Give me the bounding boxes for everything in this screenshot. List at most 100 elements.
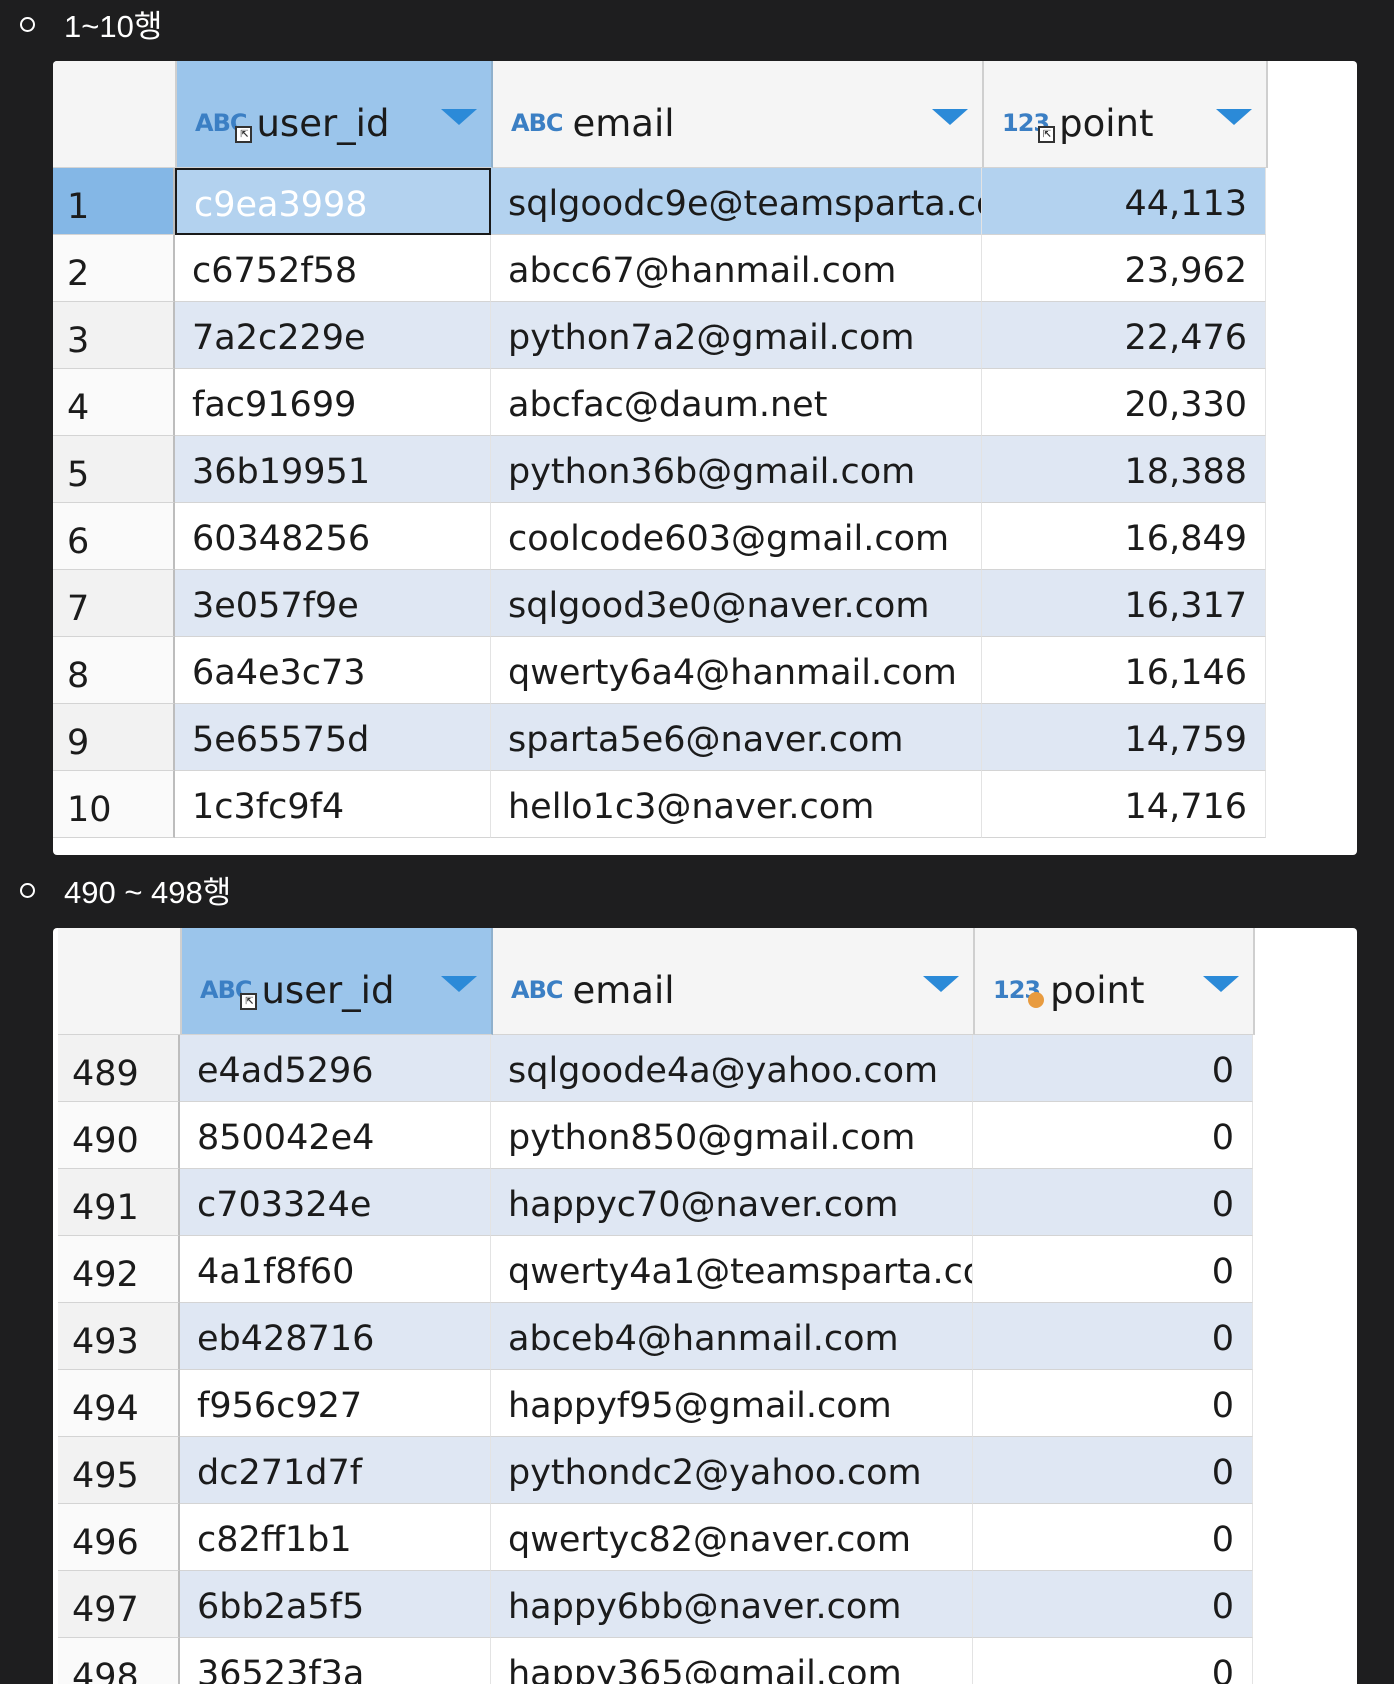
table-row[interactable]: 497 6bb2a5f5 happy6bb@naver.com 0 bbox=[58, 1571, 1345, 1638]
cell-point[interactable]: 18,388 bbox=[982, 436, 1266, 503]
table-row[interactable]: 495 dc271d7f pythondc2@yahoo.com 0 bbox=[58, 1437, 1345, 1504]
table-row[interactable]: 498 36523f3a happy365@gmail.com 0 bbox=[58, 1638, 1345, 1684]
row-number[interactable]: 491 bbox=[58, 1169, 180, 1236]
row-number[interactable]: 10 bbox=[53, 771, 175, 838]
row-number[interactable]: 2 bbox=[53, 235, 175, 302]
table-row[interactable]: 491 c703324e happyc70@naver.com 0 bbox=[58, 1169, 1345, 1236]
cell-user-id[interactable]: 4a1f8f60 bbox=[180, 1236, 491, 1303]
cell-user-id[interactable]: 1c3fc9f4 bbox=[175, 771, 491, 838]
cell-user-id[interactable]: 36523f3a bbox=[180, 1638, 491, 1684]
cell-user-id[interactable]: 3e057f9e bbox=[175, 570, 491, 637]
row-number[interactable]: 490 bbox=[58, 1102, 180, 1169]
sort-arrow-icon[interactable] bbox=[441, 109, 477, 125]
cell-point[interactable]: 22,476 bbox=[982, 302, 1266, 369]
row-number[interactable]: 495 bbox=[58, 1437, 180, 1504]
row-number[interactable]: 489 bbox=[58, 1035, 180, 1102]
cell-email[interactable]: python850@gmail.com bbox=[491, 1102, 973, 1169]
cell-user-id[interactable]: 5e65575d bbox=[175, 704, 491, 771]
table-row[interactable]: 5 36b19951 python36b@gmail.com 18,388 bbox=[53, 436, 1357, 503]
row-number[interactable]: 6 bbox=[53, 503, 175, 570]
cell-user-id[interactable]: 6a4e3c73 bbox=[175, 637, 491, 704]
cell-email[interactable]: happyf95@gmail.com bbox=[491, 1370, 973, 1437]
cell-point[interactable]: 14,759 bbox=[982, 704, 1266, 771]
sort-arrow-icon[interactable] bbox=[923, 976, 959, 992]
table-row[interactable]: 10 1c3fc9f4 hello1c3@naver.com 14,716 bbox=[53, 771, 1357, 838]
cell-user-id[interactable]: 7a2c229e bbox=[175, 302, 491, 369]
cell-point[interactable]: 0 bbox=[973, 1504, 1253, 1571]
cell-point[interactable]: 16,317 bbox=[982, 570, 1266, 637]
cell-email[interactable]: qwertyc82@naver.com bbox=[491, 1504, 973, 1571]
row-number[interactable]: 1 bbox=[53, 168, 175, 235]
table-row[interactable]: 496 c82ff1b1 qwertyc82@naver.com 0 bbox=[58, 1504, 1345, 1571]
column-header-email[interactable]: ABC email bbox=[493, 61, 984, 168]
table-row[interactable]: 9 5e65575d sparta5e6@naver.com 14,759 bbox=[53, 704, 1357, 771]
cell-email[interactable]: happy6bb@naver.com bbox=[491, 1571, 973, 1638]
table-row[interactable]: 3 7a2c229e python7a2@gmail.com 22,476 bbox=[53, 302, 1357, 369]
column-header-point[interactable]: 123 ⇱ point bbox=[984, 61, 1268, 168]
cell-user-id[interactable]: eb428716 bbox=[180, 1303, 491, 1370]
cell-user-id[interactable]: c9ea3998 bbox=[175, 168, 491, 235]
cell-point[interactable]: 0 bbox=[973, 1370, 1253, 1437]
table-row[interactable]: 8 6a4e3c73 qwerty6a4@hanmail.com 16,146 bbox=[53, 637, 1357, 704]
cell-point[interactable]: 0 bbox=[973, 1303, 1253, 1370]
cell-email[interactable]: sqlgoode4a@yahoo.com bbox=[491, 1035, 973, 1102]
row-number[interactable]: 493 bbox=[58, 1303, 180, 1370]
column-header-email[interactable]: ABC email bbox=[493, 928, 975, 1035]
sort-arrow-icon[interactable] bbox=[441, 976, 477, 992]
cell-email[interactable]: abceb4@hanmail.com bbox=[491, 1303, 973, 1370]
table-row[interactable]: 489 e4ad5296 sqlgoode4a@yahoo.com 0 bbox=[58, 1035, 1345, 1102]
row-number[interactable]: 8 bbox=[53, 637, 175, 704]
cell-user-id[interactable]: c6752f58 bbox=[175, 235, 491, 302]
row-number[interactable]: 7 bbox=[53, 570, 175, 637]
column-header-point[interactable]: 123 point bbox=[975, 928, 1255, 1035]
cell-point[interactable]: 23,962 bbox=[982, 235, 1266, 302]
cell-email[interactable]: qwerty4a1@teamsparta.co bbox=[491, 1236, 973, 1303]
cell-email[interactable]: sqlgood3e0@naver.com bbox=[491, 570, 982, 637]
cell-email[interactable]: sqlgoodc9e@teamsparta.co bbox=[491, 168, 982, 235]
table-row[interactable]: 494 f956c927 happyf95@gmail.com 0 bbox=[58, 1370, 1345, 1437]
table-row[interactable]: 7 3e057f9e sqlgood3e0@naver.com 16,317 bbox=[53, 570, 1357, 637]
cell-user-id[interactable]: dc271d7f bbox=[180, 1437, 491, 1504]
cell-email[interactable]: hello1c3@naver.com bbox=[491, 771, 982, 838]
sort-arrow-icon[interactable] bbox=[1216, 109, 1252, 125]
table-row[interactable]: 493 eb428716 abceb4@hanmail.com 0 bbox=[58, 1303, 1345, 1370]
cell-point[interactable]: 0 bbox=[973, 1102, 1253, 1169]
table-row[interactable]: 490 850042e4 python850@gmail.com 0 bbox=[58, 1102, 1345, 1169]
cell-point[interactable]: 0 bbox=[973, 1236, 1253, 1303]
cell-email[interactable]: abcc67@hanmail.com bbox=[491, 235, 982, 302]
cell-email[interactable]: python36b@gmail.com bbox=[491, 436, 982, 503]
cell-email[interactable]: happy365@gmail.com bbox=[491, 1638, 973, 1684]
cell-user-id[interactable]: f956c927 bbox=[180, 1370, 491, 1437]
cell-user-id[interactable]: c82ff1b1 bbox=[180, 1504, 491, 1571]
cell-email[interactable]: coolcode603@gmail.com bbox=[491, 503, 982, 570]
cell-point[interactable]: 44,113 bbox=[982, 168, 1266, 235]
table-row[interactable]: 4 fac91699 abcfac@daum.net 20,330 bbox=[53, 369, 1357, 436]
table-row[interactable]: 1 c9ea3998 sqlgoodc9e@teamsparta.co 44,113 bbox=[53, 168, 1357, 235]
cell-user-id[interactable]: 6bb2a5f5 bbox=[180, 1571, 491, 1638]
cell-email[interactable]: pythondc2@yahoo.com bbox=[491, 1437, 973, 1504]
cell-email[interactable]: python7a2@gmail.com bbox=[491, 302, 982, 369]
column-header-user-id[interactable]: ABC ⇱ user_id bbox=[182, 928, 493, 1035]
row-number[interactable]: 5 bbox=[53, 436, 175, 503]
cell-user-id[interactable]: 60348256 bbox=[175, 503, 491, 570]
sort-arrow-icon[interactable] bbox=[932, 109, 968, 125]
cell-email[interactable]: qwerty6a4@hanmail.com bbox=[491, 637, 982, 704]
row-number[interactable]: 4 bbox=[53, 369, 175, 436]
cell-user-id[interactable]: e4ad5296 bbox=[180, 1035, 491, 1102]
cell-email[interactable]: abcfac@daum.net bbox=[491, 369, 982, 436]
table-row[interactable]: 6 60348256 coolcode603@gmail.com 16,849 bbox=[53, 503, 1357, 570]
column-header-user-id[interactable]: ABC ⇱ user_id bbox=[177, 61, 493, 168]
row-number[interactable]: 497 bbox=[58, 1571, 180, 1638]
cell-user-id[interactable]: c703324e bbox=[180, 1169, 491, 1236]
cell-email[interactable]: sparta5e6@naver.com bbox=[491, 704, 982, 771]
row-number-header[interactable] bbox=[58, 928, 182, 1035]
cell-point[interactable]: 14,716 bbox=[982, 771, 1266, 838]
row-number-header[interactable] bbox=[53, 61, 177, 168]
table-row[interactable]: 492 4a1f8f60 qwerty4a1@teamsparta.co 0 bbox=[58, 1236, 1345, 1303]
cell-point[interactable]: 0 bbox=[973, 1035, 1253, 1102]
cell-user-id[interactable]: 850042e4 bbox=[180, 1102, 491, 1169]
cell-user-id[interactable]: fac91699 bbox=[175, 369, 491, 436]
cell-point[interactable]: 0 bbox=[973, 1571, 1253, 1638]
cell-point[interactable]: 16,146 bbox=[982, 637, 1266, 704]
cell-user-id[interactable]: 36b19951 bbox=[175, 436, 491, 503]
